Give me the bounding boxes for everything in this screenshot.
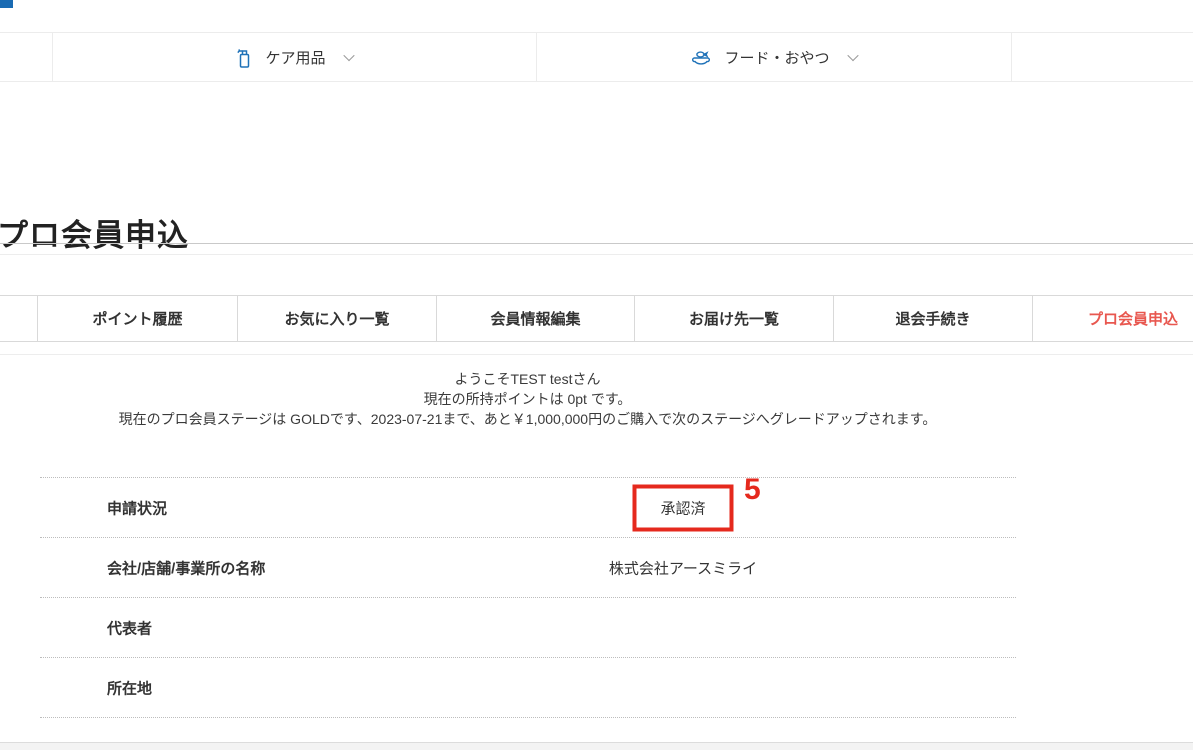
chevron-down-icon bbox=[847, 50, 858, 61]
table-row-company-name: 会社/店舗/事業所の名称 株式会社アースミライ bbox=[40, 538, 1016, 598]
welcome-line-2: 現在の所持ポイントは 0pt です。 bbox=[0, 389, 1055, 409]
page: ケア用品 フード・おやつ プロ会員申込 ポイント履歴 bbox=[0, 0, 1193, 750]
tab-pro-member-application[interactable]: プロ会員申込 bbox=[1033, 296, 1193, 341]
welcome-line-3: 現在のプロ会員ステージは GOLDです、2023-07-21まで、あと￥1,00… bbox=[0, 409, 1055, 429]
page-title: プロ会員申込 bbox=[0, 210, 189, 255]
nav-item-label: ケア用品 bbox=[265, 47, 325, 68]
spray-bottle-icon bbox=[236, 45, 252, 69]
tab-partial-left bbox=[0, 296, 38, 341]
nav-item-care-goods[interactable]: ケア用品 bbox=[53, 33, 537, 81]
row-value: 株式会社アースミライ bbox=[609, 557, 757, 578]
status-annotation-box: 承認済 bbox=[632, 484, 733, 531]
divider bbox=[0, 354, 1193, 355]
divider bbox=[0, 254, 1193, 255]
tab-delivery-addresses[interactable]: お届け先一覧 bbox=[635, 296, 834, 341]
divider bbox=[0, 243, 1193, 244]
welcome-line-1: ようこそTEST testさん bbox=[0, 369, 1055, 389]
mypage-tab-bar: ポイント履歴 お気に入り一覧 会員情報編集 お届け先一覧 退会手続き プロ会員申… bbox=[0, 295, 1193, 342]
nav-cell-partial-right bbox=[1012, 33, 1193, 81]
tab-favorites[interactable]: お気に入り一覧 bbox=[238, 296, 437, 341]
logo-fragment bbox=[0, 0, 13, 8]
table-row-application-status: 申請状況 承認済 bbox=[40, 477, 1016, 538]
row-label: 所在地 bbox=[107, 677, 152, 698]
welcome-message: ようこそTEST testさん 現在の所持ポイントは 0pt です。 現在のプロ… bbox=[0, 369, 1055, 429]
annotation-number: 5 bbox=[744, 474, 761, 506]
nav-item-label: フード・おやつ bbox=[724, 47, 829, 68]
status-value: 承認済 bbox=[660, 500, 705, 517]
category-nav: ケア用品 フード・おやつ bbox=[0, 32, 1193, 82]
food-bowl-icon bbox=[691, 47, 711, 67]
row-label: 代表者 bbox=[107, 617, 152, 638]
row-label: 会社/店舗/事業所の名称 bbox=[107, 557, 265, 578]
nav-item-food-snacks[interactable]: フード・おやつ bbox=[537, 33, 1012, 81]
row-label: 申請状況 bbox=[107, 497, 167, 518]
tab-member-info-edit[interactable]: 会員情報編集 bbox=[437, 296, 635, 341]
chevron-down-icon bbox=[343, 50, 354, 61]
tab-withdrawal[interactable]: 退会手続き bbox=[834, 296, 1033, 341]
table-row-address: 所在地 bbox=[40, 658, 1016, 718]
footer-edge bbox=[0, 743, 1193, 750]
tab-point-history[interactable]: ポイント履歴 bbox=[38, 296, 238, 341]
nav-cell-partial-left bbox=[0, 33, 53, 81]
table-row-representative: 代表者 bbox=[40, 598, 1016, 658]
pro-member-info-table: 申請状況 承認済 会社/店舗/事業所の名称 株式会社アースミライ 代表者 所在地 bbox=[40, 477, 1016, 718]
